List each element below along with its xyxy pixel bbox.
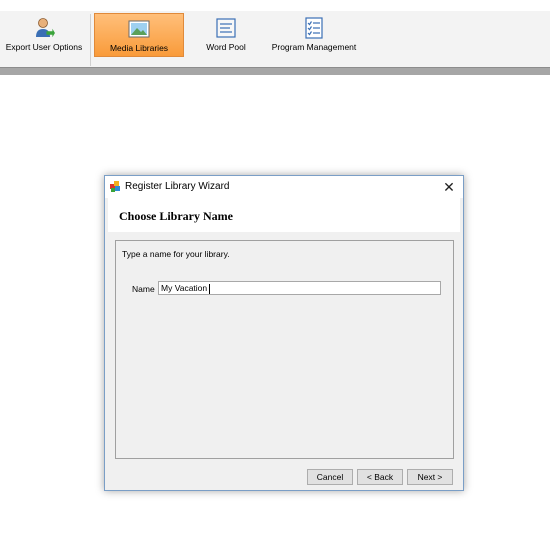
- register-library-wizard-dialog: Register Library Wizard ✕ Choose Library…: [104, 175, 464, 491]
- export-user-options-button[interactable]: Export User Options: [4, 13, 84, 55]
- wizard-step-title: Choose Library Name: [119, 209, 233, 223]
- wizard-content-panel: Type a name for your library. Name My Va…: [115, 240, 454, 459]
- word-pool-label: Word Pool: [206, 42, 246, 52]
- text-caret: [209, 283, 211, 294]
- word-pool-icon: [214, 16, 238, 40]
- program-management-label: Program Management: [271, 42, 357, 52]
- back-button[interactable]: < Back: [357, 469, 403, 485]
- user-export-icon: [32, 16, 56, 40]
- media-libraries-button[interactable]: Media Libraries: [94, 13, 184, 57]
- next-button[interactable]: Next >: [407, 469, 453, 485]
- ribbon-bottom-bar: [0, 67, 550, 75]
- library-name-value: My Vacation: [161, 283, 208, 293]
- cancel-button[interactable]: Cancel: [307, 469, 353, 485]
- instruction-text: Type a name for your library.: [122, 249, 230, 259]
- wizard-header: Choose Library Name: [108, 198, 460, 232]
- library-name-input[interactable]: My Vacation: [158, 281, 441, 295]
- ribbon-separator: [90, 14, 91, 66]
- media-libraries-label: Media Libraries: [109, 43, 169, 53]
- dialog-titlebar[interactable]: Register Library Wizard ✕: [105, 176, 463, 198]
- name-label: Name: [132, 284, 155, 294]
- word-pool-button[interactable]: Word Pool: [200, 13, 252, 55]
- dialog-title: Register Library Wizard: [125, 181, 230, 192]
- ribbon-toolbar: Export User Options Media Libraries Word…: [0, 11, 550, 77]
- close-icon[interactable]: ✕: [435, 176, 463, 198]
- program-management-button[interactable]: Program Management: [268, 13, 360, 55]
- export-user-options-label: Export User Options: [5, 42, 83, 52]
- program-management-icon: [302, 16, 326, 40]
- media-libraries-icon: [127, 17, 151, 41]
- app-icon: [110, 181, 121, 192]
